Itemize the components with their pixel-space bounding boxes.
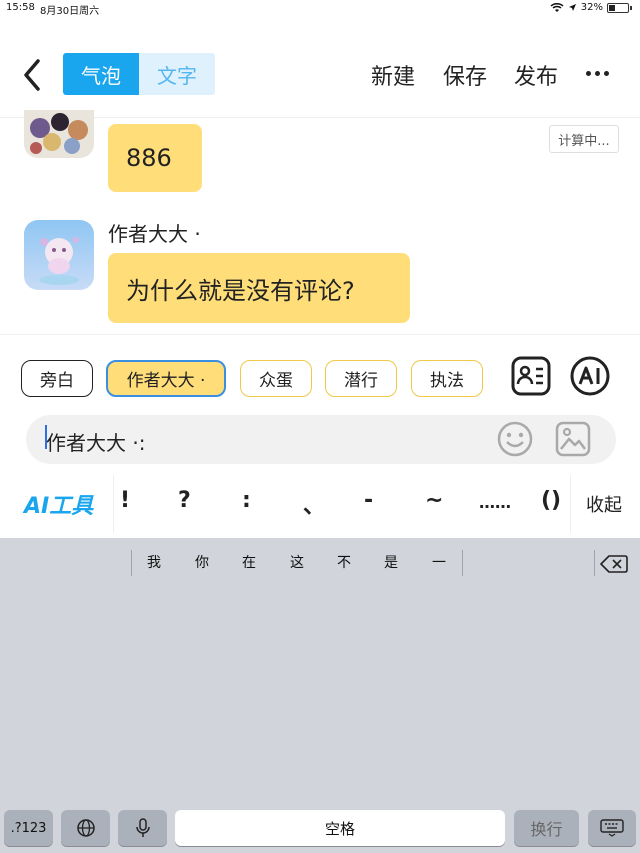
suggestion-item[interactable]: 这: [290, 552, 304, 572]
emoji-icon[interactable]: [496, 420, 534, 458]
ai-icon[interactable]: [569, 355, 611, 397]
message-input[interactable]: 作者大大 ·:: [26, 415, 616, 464]
suggestion-item[interactable]: 一: [432, 552, 446, 572]
hide-keyboard-key[interactable]: [588, 810, 636, 846]
tab-text[interactable]: 文字: [139, 53, 215, 95]
avatar[interactable]: [24, 220, 94, 290]
composer-panel: 旁白 作者大大 · 众蛋 潜行 执法 作者大大 ·: AI工具 ! ?: 、 …: [0, 334, 640, 538]
status-date: 8月30日周六: [40, 6, 100, 17]
return-key[interactable]: 换行: [514, 810, 579, 846]
suggestion-item[interactable]: 你: [195, 552, 209, 572]
punct-exclaim[interactable]: !: [120, 488, 130, 513]
numbers-key[interactable]: .?123: [4, 810, 53, 846]
contact-card-icon[interactable]: [510, 355, 552, 397]
status-badge: 计算中...: [549, 125, 619, 153]
role-chip-enforcer[interactable]: 执法: [411, 360, 483, 397]
suggestion-bar: 我 你 在 这 不 是 一: [0, 546, 640, 576]
punct-tilde[interactable]: ~: [425, 488, 443, 513]
suggestion-item[interactable]: 在: [242, 552, 256, 572]
back-icon[interactable]: [18, 55, 48, 95]
battery-icon: [607, 2, 629, 13]
top-nav: 气泡 文字 新建 保存 发布: [0, 45, 640, 105]
author-name: 作者大大 ·: [108, 222, 201, 246]
suggestion-item[interactable]: 不: [337, 552, 351, 572]
punctuation-bar: ! ? : 、 - ~ …… (): [113, 475, 571, 533]
punct-ellipsis[interactable]: ……: [479, 493, 511, 512]
tool-row: AI工具 ! ? : 、 - ~ …… () 收起: [0, 475, 640, 533]
punct-parens[interactable]: (): [541, 488, 561, 513]
keyboard-hide-icon: [600, 819, 624, 837]
tab-bubble[interactable]: 气泡: [63, 53, 139, 95]
role-chip-author[interactable]: 作者大大 ·: [106, 360, 226, 397]
microphone-icon: [135, 818, 150, 837]
punct-question[interactable]: ?: [178, 488, 191, 513]
more-icon[interactable]: [586, 71, 609, 76]
space-key[interactable]: 空格: [175, 810, 505, 846]
battery-percent: 32%: [580, 2, 603, 13]
message-bubble[interactable]: 为什么就是没有评论?: [108, 253, 410, 323]
suggestion-divider: [462, 550, 463, 576]
globe-icon: [76, 819, 95, 837]
delete-icon[interactable]: [600, 554, 628, 574]
role-chip-narrator[interactable]: 旁白: [21, 360, 93, 397]
location-icon: [568, 4, 576, 11]
punct-colon[interactable]: :: [242, 488, 251, 513]
mode-switch: 气泡 文字: [63, 53, 215, 95]
image-icon[interactable]: [554, 420, 592, 458]
message-text: 886: [126, 144, 172, 172]
suggestion-divider: [131, 550, 132, 576]
wifi-icon: [550, 2, 564, 12]
suggestion-item[interactable]: 是: [384, 552, 398, 572]
ai-tools-button[interactable]: AI工具: [24, 488, 93, 520]
collapse-button[interactable]: 收起: [586, 491, 622, 517]
message-bubble[interactable]: 886: [108, 124, 202, 192]
avatar[interactable]: [24, 110, 94, 158]
new-button[interactable]: 新建: [371, 59, 415, 91]
nav-divider: [0, 117, 640, 118]
punct-pause[interactable]: 、: [303, 488, 325, 520]
keyboard: 我 你 在 这 不 是 一 .?123 空格 换行: [0, 538, 640, 853]
status-right: 32%: [550, 2, 632, 13]
mic-key[interactable]: [118, 810, 167, 846]
status-time: 15:58: [6, 2, 35, 13]
battery-cap: [630, 5, 632, 10]
message-input-value: 作者大大 ·:: [46, 431, 146, 455]
punct-dash[interactable]: -: [364, 488, 373, 513]
globe-key[interactable]: [61, 810, 110, 846]
message-text: 为什么就是没有评论?: [126, 276, 355, 305]
save-button[interactable]: 保存: [443, 59, 487, 91]
role-chip-crowd[interactable]: 众蛋: [240, 360, 312, 397]
suggestion-divider: [594, 550, 595, 576]
suggestion-item[interactable]: 我: [147, 552, 161, 572]
status-bar: 15:58 8月30日周六 32%: [0, 0, 640, 18]
publish-button[interactable]: 发布: [514, 59, 558, 91]
role-chip-lurker[interactable]: 潜行: [325, 360, 397, 397]
